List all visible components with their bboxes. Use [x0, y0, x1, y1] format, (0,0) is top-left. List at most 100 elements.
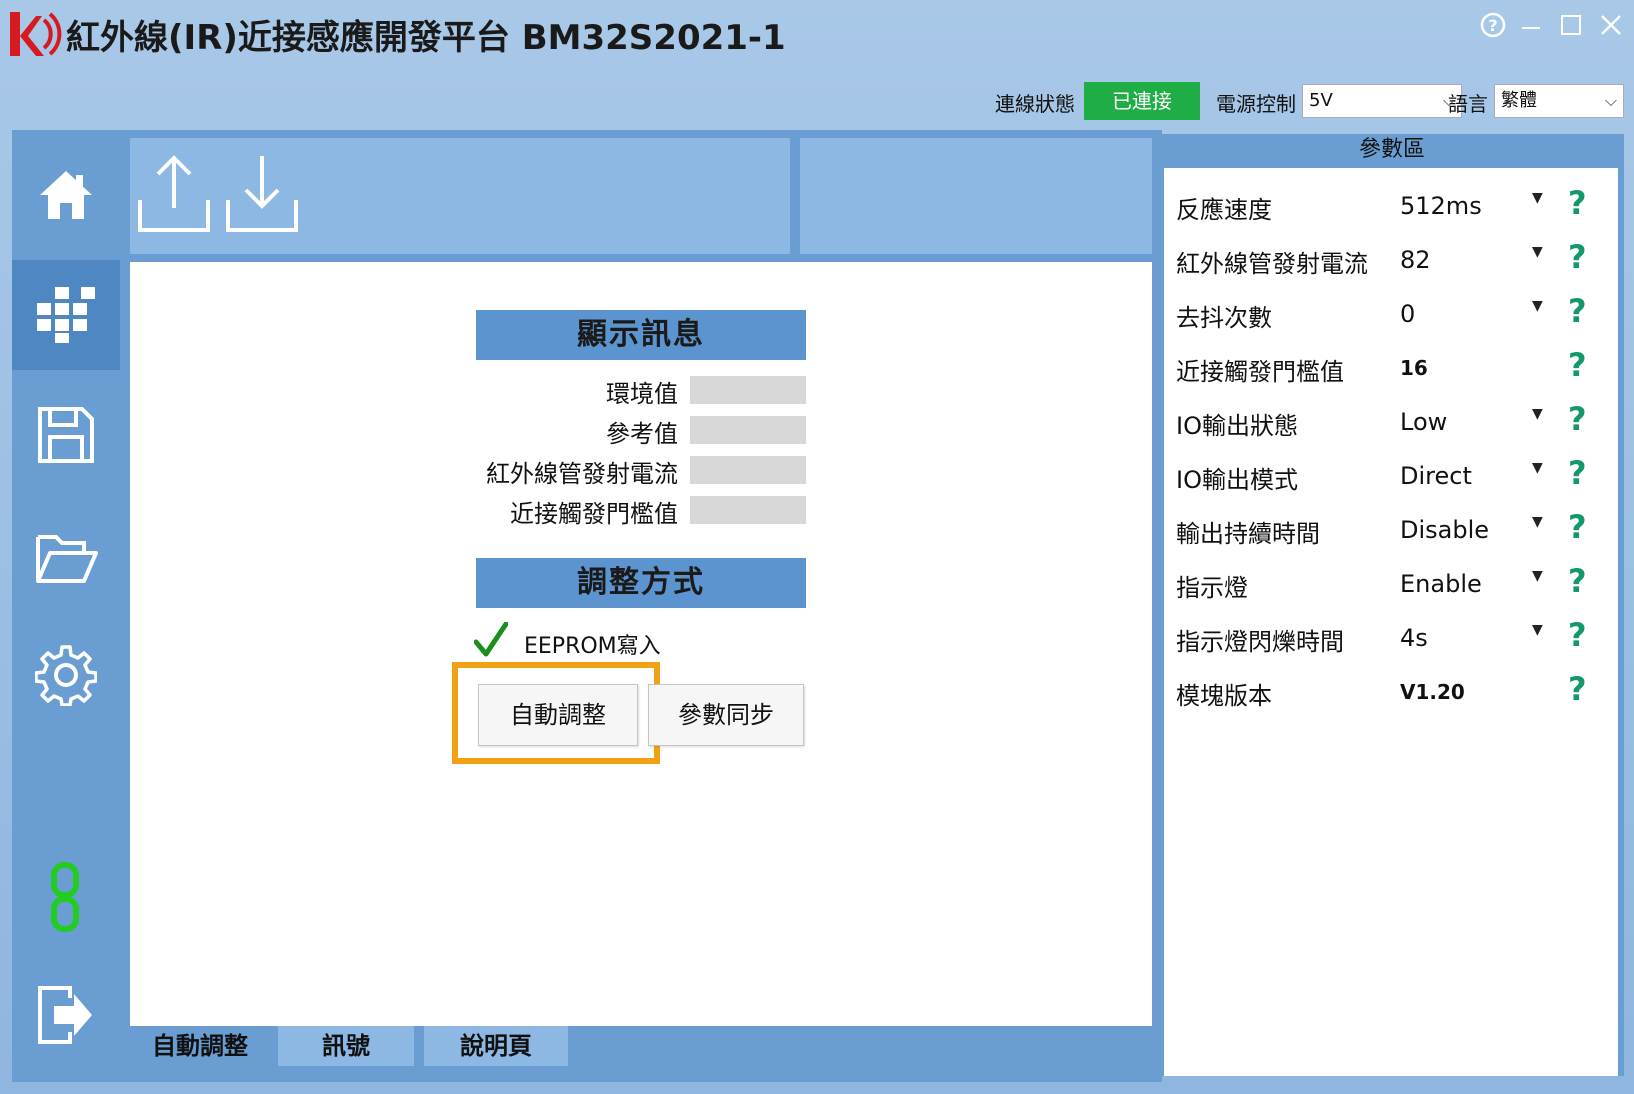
help-icon[interactable]: ? — [1568, 454, 1587, 492]
param-name: 近接觸發門檻值 — [1176, 358, 1344, 386]
param-row[interactable]: 輸出持續時間 Disable ▼ ? — [1164, 504, 1618, 558]
param-name: 模塊版本 — [1176, 682, 1272, 710]
language-select-value: 繁體 — [1501, 90, 1537, 111]
eeprom-write-label: EEPROM寫入 — [524, 634, 661, 659]
close-icon[interactable] — [1596, 10, 1626, 40]
tab-signal[interactable]: 訊號 — [278, 1026, 414, 1066]
param-value: Direct — [1400, 462, 1472, 490]
exit-icon — [38, 986, 92, 1044]
param-row[interactable]: 指示燈閃爍時間 4s ▼ ? — [1164, 612, 1618, 666]
title-bar: 紅外線(IR)近接感應開發平台 BM32S2021-1 ? — [0, 0, 1634, 70]
param-value: V1.20 — [1400, 680, 1465, 704]
chevron-down-icon[interactable]: ▼ — [1532, 406, 1543, 422]
param-row[interactable]: 紅外線管發射電流 82 ▼ ? — [1164, 234, 1618, 288]
param-name: IO輸出模式 — [1176, 466, 1298, 494]
help-icon[interactable]: ? — [1568, 292, 1587, 330]
chevron-down-icon[interactable]: ▼ — [1532, 460, 1543, 476]
help-icon[interactable]: ? — [1568, 562, 1587, 600]
help-icon[interactable]: ? — [1568, 238, 1587, 276]
auto-adjust-button[interactable]: 自動調整 — [478, 684, 638, 746]
chevron-down-icon[interactable]: ▼ — [1532, 244, 1543, 260]
param-name: 指示燈閃爍時間 — [1176, 628, 1344, 656]
open-folder-icon — [36, 535, 98, 583]
toolbar — [130, 138, 790, 254]
sidebar-item-save[interactable] — [12, 380, 120, 490]
app-title: 紅外線(IR)近接感應開發平台 BM32S2021-1 — [66, 18, 786, 58]
power-select-value: 5V — [1309, 90, 1333, 111]
gear-icon — [35, 645, 97, 706]
help-icon[interactable]: ? — [1478, 10, 1508, 40]
ir-current-label: 紅外線管發射電流 — [486, 460, 678, 488]
param-panel-title: 參數區 — [1358, 137, 1425, 162]
param-value: 0 — [1400, 300, 1416, 328]
param-name: IO輸出狀態 — [1176, 412, 1298, 440]
param-value: 4s — [1400, 624, 1428, 652]
ir-current-field — [690, 456, 806, 484]
param-row[interactable]: 去抖次數 0 ▼ ? — [1164, 288, 1618, 342]
link-icon — [51, 862, 79, 932]
power-control-label: 電源控制 — [1216, 92, 1296, 116]
modules-icon — [37, 287, 95, 343]
sidebar-item-modules[interactable] — [12, 260, 120, 370]
help-icon[interactable]: ? — [1568, 508, 1587, 546]
param-name: 去抖次數 — [1176, 304, 1272, 332]
minimize-icon[interactable] — [1516, 10, 1546, 40]
help-icon[interactable]: ? — [1568, 184, 1587, 222]
svg-text:?: ? — [1488, 16, 1497, 35]
param-row: 近接觸發門檻值 16 ? — [1164, 342, 1618, 396]
chevron-down-icon[interactable]: ▼ — [1532, 514, 1543, 530]
trigger-threshold-label: 近接觸發門檻值 — [510, 500, 678, 528]
ambient-value-field — [690, 376, 806, 404]
language-label: 語言 — [1448, 92, 1488, 116]
param-value: Low — [1400, 408, 1448, 436]
reference-value-label: 參考值 — [606, 420, 678, 448]
param-name: 反應速度 — [1176, 196, 1272, 224]
download-icon — [226, 156, 298, 232]
param-value: Enable — [1400, 570, 1482, 598]
download-button[interactable] — [224, 150, 300, 236]
ambient-value-label: 環境值 — [606, 380, 678, 408]
save-icon — [38, 407, 94, 463]
adjust-method-header: 調整方式 — [476, 558, 806, 608]
help-icon[interactable]: ? — [1568, 670, 1587, 708]
param-row[interactable]: 反應速度 512ms ▼ ? — [1164, 180, 1618, 234]
param-value: 512ms — [1400, 192, 1482, 220]
power-select[interactable]: 5V ⌵ — [1302, 84, 1462, 118]
chevron-down-icon[interactable]: ▼ — [1532, 190, 1543, 206]
param-value: 16 — [1400, 356, 1428, 380]
status-bar: 連線狀態 已連接 電源控制 5V ⌵ 語言 繁體 ⌵ — [0, 80, 1634, 126]
param-row[interactable]: 指示燈 Enable ▼ ? — [1164, 558, 1618, 612]
param-name: 指示燈 — [1176, 574, 1248, 602]
sidebar-item-exit[interactable] — [12, 960, 120, 1070]
param-value: 82 — [1400, 246, 1431, 274]
sidebar-item-home[interactable] — [12, 140, 120, 250]
chevron-down-icon[interactable]: ▼ — [1532, 622, 1543, 638]
param-row[interactable]: IO輸出模式 Direct ▼ ? — [1164, 450, 1618, 504]
sidebar — [12, 130, 120, 1082]
help-icon[interactable]: ? — [1568, 346, 1587, 384]
upload-button[interactable] — [136, 150, 212, 236]
param-name: 紅外線管發射電流 — [1176, 250, 1368, 278]
maximize-icon[interactable] — [1556, 10, 1586, 40]
help-icon[interactable]: ? — [1568, 400, 1587, 438]
sidebar-item-settings[interactable] — [12, 620, 120, 730]
help-icon[interactable]: ? — [1568, 616, 1587, 654]
home-icon — [40, 171, 92, 219]
param-row[interactable]: IO輸出狀態 Low ▼ ? — [1164, 396, 1618, 450]
tab-auto-adjust[interactable]: 自動調整 — [130, 1026, 270, 1066]
language-select[interactable]: 繁體 ⌵ — [1494, 84, 1624, 118]
chevron-down-icon[interactable]: ▼ — [1532, 568, 1543, 584]
tab-help-page[interactable]: 說明頁 — [424, 1026, 568, 1066]
param-sync-button[interactable]: 參數同步 — [648, 684, 804, 746]
display-info-header: 顯示訊息 — [476, 310, 806, 360]
param-row: 模塊版本 V1.20 ? — [1164, 666, 1618, 720]
sidebar-item-open[interactable] — [12, 502, 120, 612]
toolbar-secondary — [800, 138, 1152, 254]
check-icon[interactable] — [474, 622, 508, 658]
upload-icon — [138, 155, 210, 232]
chevron-down-icon[interactable]: ▼ — [1532, 298, 1543, 314]
param-value: Disable — [1400, 516, 1490, 544]
reference-value-field — [690, 416, 806, 444]
sidebar-item-connection[interactable] — [12, 842, 120, 952]
app-logo-icon — [10, 12, 62, 56]
